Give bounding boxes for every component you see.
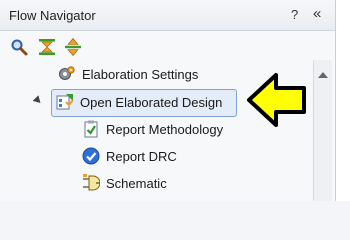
panel-title: Flow Navigator: [9, 8, 96, 23]
check-circle-icon: [82, 147, 100, 165]
nav-item-label: Report Methodology: [106, 121, 224, 137]
collapse-all-icon[interactable]: [38, 38, 56, 56]
nav-item-elaboration-settings[interactable]: Elaboration Settings: [58, 63, 198, 85]
scroll-up-icon[interactable]: [318, 72, 328, 78]
nav-item-report-drc[interactable]: Report DRC: [82, 145, 177, 167]
search-icon[interactable]: [10, 38, 28, 56]
help-button[interactable]: ?: [291, 7, 298, 22]
vertical-scrollbar[interactable]: [313, 60, 332, 201]
navigator-toolbar: [0, 32, 335, 60]
nav-item-label: Elaboration Settings: [82, 66, 199, 82]
nav-item-label: Report DRC: [106, 148, 177, 164]
annotation-arrow-icon: [247, 73, 306, 127]
report-methodology-icon: [84, 120, 98, 138]
nav-item-label: Schematic: [106, 175, 167, 191]
nav-item-open-elaborated-design[interactable]: Open Elaborated Design: [56, 91, 222, 113]
nav-item-schematic[interactable]: Schematic: [82, 172, 167, 194]
nav-item-report-methodology[interactable]: Report Methodology: [82, 118, 223, 140]
open-design-icon: [56, 94, 74, 110]
expand-arrow-icon[interactable]: [32, 95, 44, 106]
expand-all-icon[interactable]: [64, 38, 82, 56]
collapse-panel-button[interactable]: «: [313, 5, 321, 22]
panel-header: Flow Navigator ? «: [0, 0, 335, 31]
schematic-icon: [83, 174, 100, 191]
right-edge: [336, 0, 350, 201]
nav-item-label: Open Elaborated Design: [80, 94, 223, 110]
gear-settings-icon: [59, 66, 75, 80]
